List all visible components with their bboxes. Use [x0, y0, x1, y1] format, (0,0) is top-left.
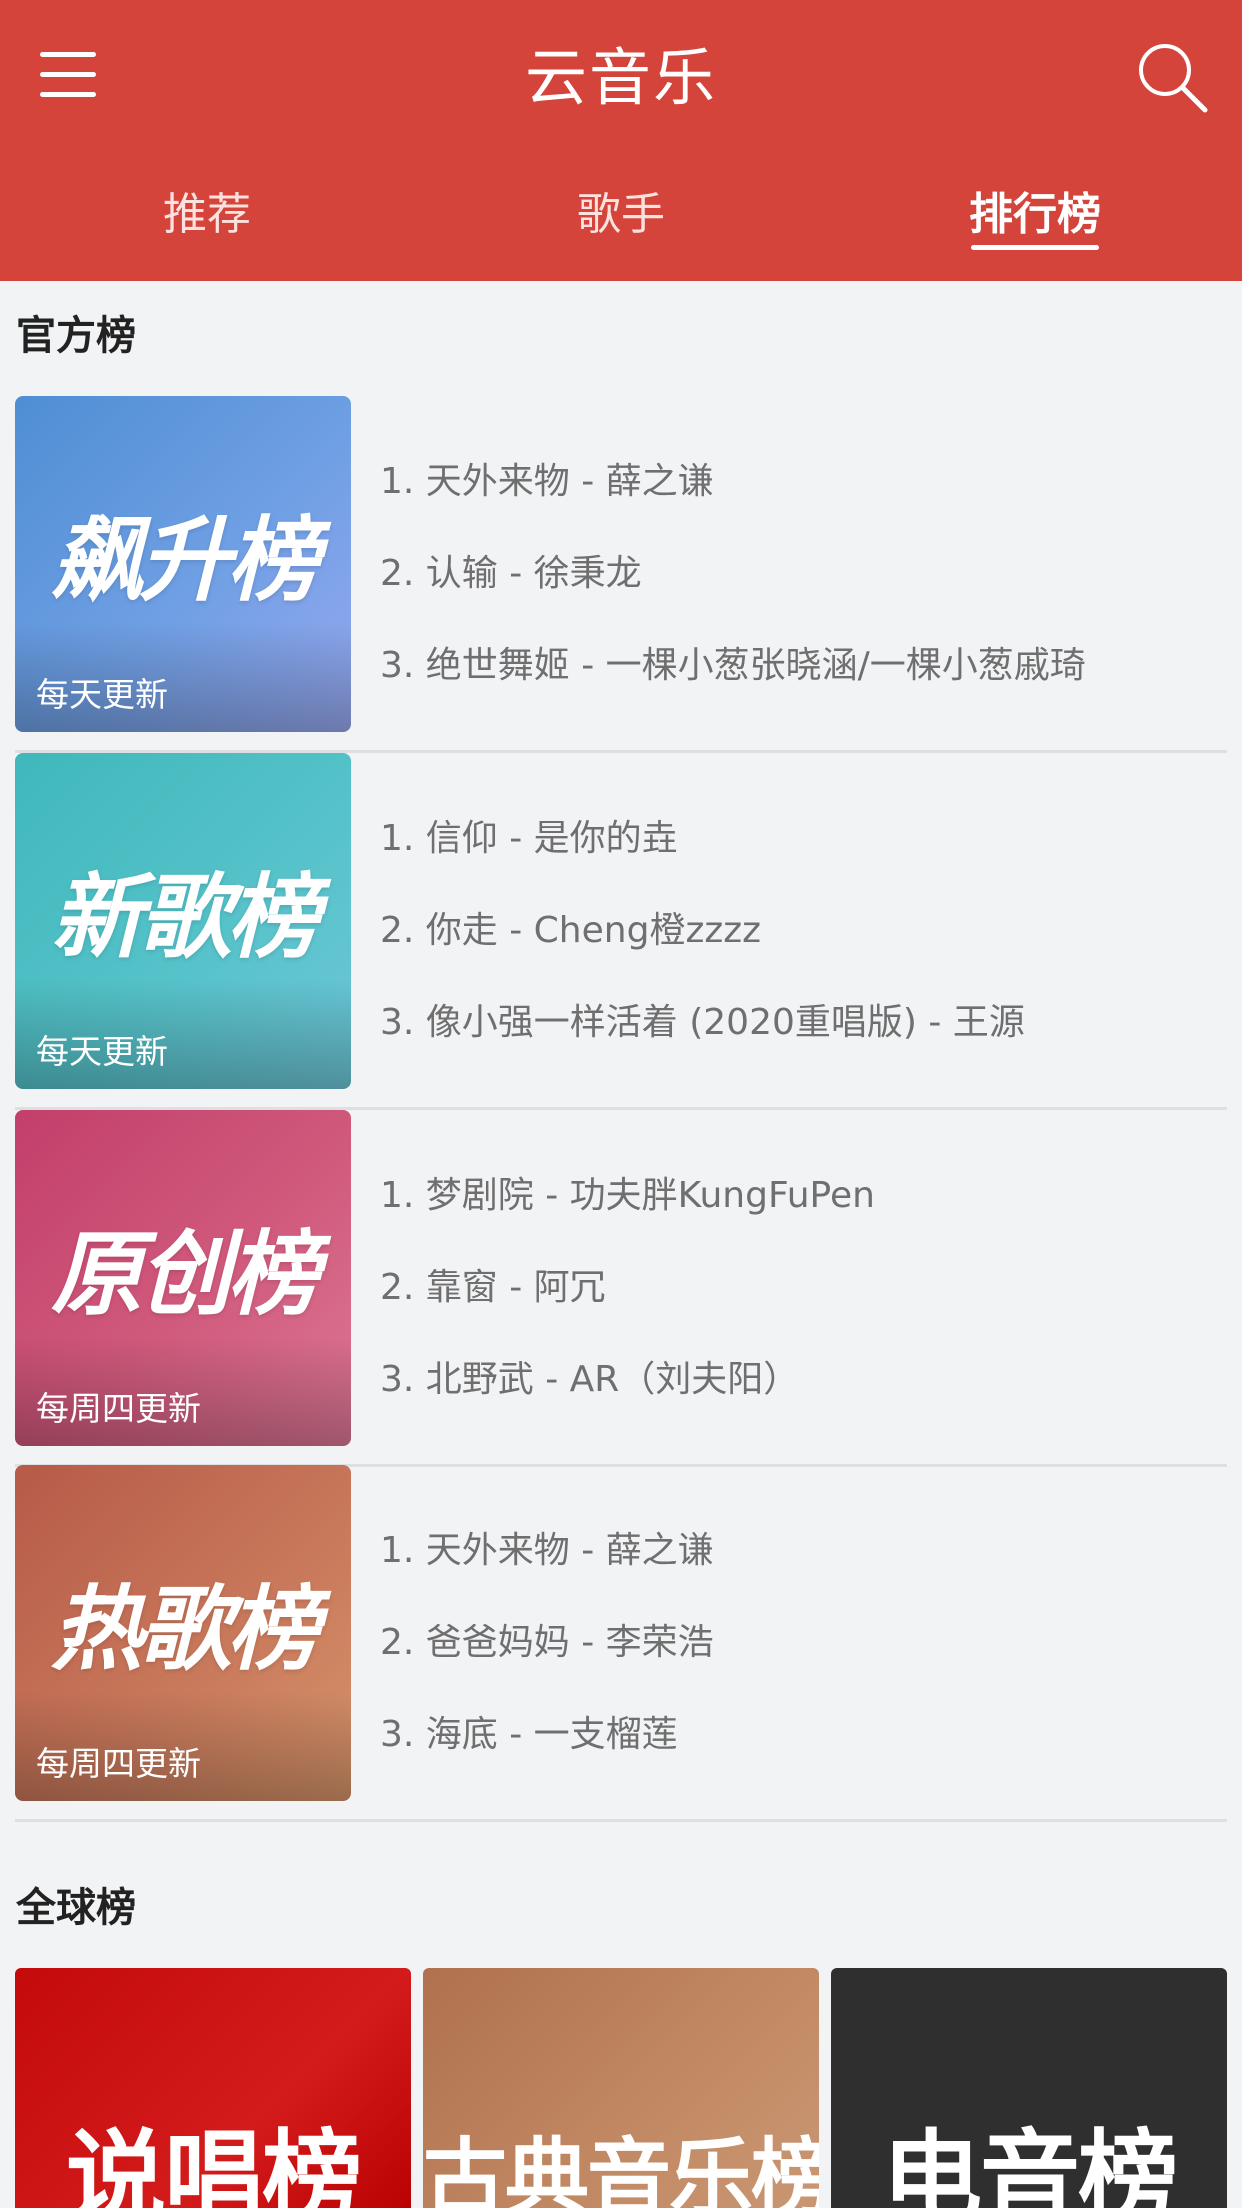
search-icon[interactable] — [1135, 40, 1211, 116]
top-songs-list: 1. 梦剧院 - 功夫胖KungFuPen 2. 靠窗 - 阿冗 3. 北野武 … — [380, 1150, 1220, 1426]
update-frequency: 每周四更新 — [36, 1389, 201, 1428]
update-frequency: 每天更新 — [36, 1032, 168, 1071]
song-item[interactable]: 2. 你走 - Cheng橙zzzz — [380, 885, 1220, 977]
global-chart-card[interactable]: 说唱榜 — [15, 1968, 411, 2208]
chart-cover[interactable]: 飙升榜 每天更新 — [15, 396, 351, 732]
global-chart-name: 说唱榜 — [66, 2119, 362, 2208]
song-item[interactable]: 3. 绝世舞姬 - 一棵小葱张晓涵/一棵小葱戚琦 — [380, 620, 1220, 712]
song-item[interactable]: 1. 天外来物 - 薛之谦 — [380, 436, 1220, 528]
chart-row[interactable]: 原创榜 每周四更新 1. 梦剧院 - 功夫胖KungFuPen 2. 靠窗 - … — [15, 1110, 1227, 1467]
song-item[interactable]: 3. 北野武 - AR（刘夫阳） — [380, 1334, 1220, 1426]
app-root: 云音乐 推荐 歌手 排行榜 官方榜 飙升榜 每天更新 1. 天外来物 - 薛之谦… — [0, 0, 1242, 2208]
update-frequency: 每周四更新 — [36, 1744, 201, 1783]
row-divider — [15, 1819, 1227, 1822]
global-chart-card[interactable]: 古典音乐榜 — [423, 1968, 819, 2208]
tab-rankings[interactable]: 排行榜 — [935, 175, 1135, 255]
song-item[interactable]: 2. 靠窗 - 阿冗 — [380, 1242, 1220, 1334]
active-tab-indicator — [971, 245, 1099, 250]
top-songs-list: 1. 天外来物 - 薛之谦 2. 认输 - 徐秉龙 3. 绝世舞姬 - 一棵小葱… — [380, 436, 1220, 712]
tab-singers[interactable]: 歌手 — [521, 175, 721, 255]
top-tabs: 推荐 歌手 排行榜 — [0, 175, 1242, 255]
song-item[interactable]: 2. 爸爸妈妈 - 李荣浩 — [380, 1597, 1220, 1689]
chart-cover-name: 原创榜 — [50, 1221, 319, 1328]
global-chart-name: 古典音乐榜 — [423, 2129, 819, 2208]
chart-cover[interactable]: 热歌榜 每周四更新 — [15, 1465, 351, 1801]
app-title: 云音乐 — [524, 41, 717, 114]
song-item[interactable]: 3. 海底 - 一支榴莲 — [380, 1689, 1220, 1781]
chart-row[interactable]: 飙升榜 每天更新 1. 天外来物 - 薛之谦 2. 认输 - 徐秉龙 3. 绝世… — [15, 396, 1227, 753]
chart-cover[interactable]: 新歌榜 每天更新 — [15, 753, 351, 1089]
song-item[interactable]: 1. 信仰 - 是你的垚 — [380, 793, 1220, 885]
update-frequency: 每天更新 — [36, 675, 168, 714]
top-songs-list: 1. 信仰 - 是你的垚 2. 你走 - Cheng橙zzzz 3. 像小强一样… — [380, 793, 1220, 1069]
song-item[interactable]: 2. 认输 - 徐秉龙 — [380, 528, 1220, 620]
chart-cover-name: 新歌榜 — [50, 864, 319, 971]
tab-recommend[interactable]: 推荐 — [107, 175, 307, 255]
chart-cover-name: 热歌榜 — [50, 1576, 319, 1683]
global-chart-name: 电音榜 — [882, 2119, 1178, 2208]
chart-row[interactable]: 热歌榜 每周四更新 1. 天外来物 - 薛之谦 2. 爸爸妈妈 - 李荣浩 3.… — [15, 1465, 1227, 1822]
section-title-global: 全球榜 — [16, 1885, 136, 1931]
chart-cover[interactable]: 原创榜 每周四更新 — [15, 1110, 351, 1446]
global-chart-card[interactable]: 电音榜 — [831, 1968, 1227, 2208]
chart-cover-name: 飙升榜 — [50, 507, 319, 614]
section-title-official: 官方榜 — [16, 313, 136, 359]
chart-row[interactable]: 新歌榜 每天更新 1. 信仰 - 是你的垚 2. 你走 - Cheng橙zzzz… — [15, 753, 1227, 1110]
song-item[interactable]: 1. 天外来物 - 薛之谦 — [380, 1505, 1220, 1597]
app-header: 云音乐 推荐 歌手 排行榜 — [0, 0, 1242, 281]
song-item[interactable]: 3. 像小强一样活着 (2020重唱版) - 王源 — [380, 977, 1220, 1069]
top-songs-list: 1. 天外来物 - 薛之谦 2. 爸爸妈妈 - 李荣浩 3. 海底 - 一支榴莲 — [380, 1505, 1220, 1781]
song-item[interactable]: 1. 梦剧院 - 功夫胖KungFuPen — [380, 1150, 1220, 1242]
